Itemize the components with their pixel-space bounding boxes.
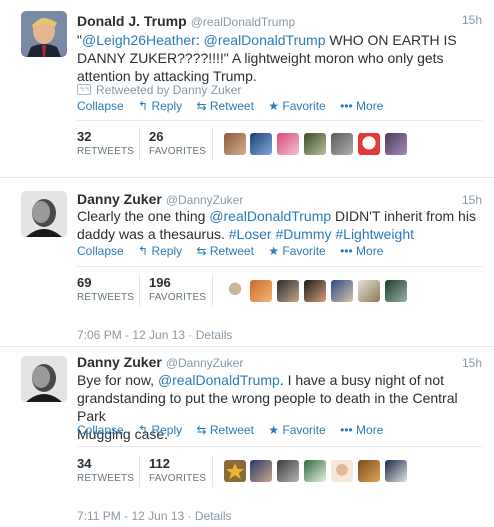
- tweet-zuker-1: Danny Zuker @DannyZuker 15h Clearly the o…: [0, 178, 494, 346]
- tweet-actions: Collapse ↰ Reply ⇆ Retweet ★ Favorite ••…: [77, 244, 394, 258]
- retweet-count[interactable]: 34 RETWEETS: [77, 456, 134, 484]
- user-avatar-thumb[interactable]: [304, 133, 326, 155]
- more-button[interactable]: ••• More: [340, 423, 383, 437]
- favorite-button[interactable]: ★ Favorite: [268, 244, 325, 258]
- stats-divider: [77, 120, 482, 121]
- retweet-icon: [77, 84, 91, 95]
- retweet-icon: ⇆: [196, 99, 207, 113]
- retweet-button[interactable]: ⇆ Retweet: [196, 99, 253, 113]
- retweeted-by[interactable]: Retweeted by Danny Zuker: [77, 83, 241, 97]
- collapse-link[interactable]: Collapse: [77, 99, 124, 113]
- author-handle[interactable]: @realDonaldTrump: [191, 15, 295, 29]
- favorite-button[interactable]: ★ Favorite: [268, 99, 325, 113]
- stat-separator: [212, 128, 213, 160]
- stat-separator: [212, 274, 213, 306]
- favorite-button[interactable]: ★ Favorite: [268, 423, 325, 437]
- user-avatar-thumb[interactable]: [385, 133, 407, 155]
- tweet-timestamp: 7:11 PM - 12 Jun 13 · Details: [77, 509, 232, 523]
- user-avatar-thumb[interactable]: [385, 460, 407, 482]
- user-avatar-thumb[interactable]: [385, 280, 407, 302]
- tweet-zuker-2: Danny Zuker @DannyZuker 15h Bye for now, …: [0, 347, 494, 527]
- user-avatar-thumb[interactable]: [224, 133, 246, 155]
- user-avatar-thumb[interactable]: [250, 133, 272, 155]
- star-icon: ★: [268, 244, 280, 258]
- user-avatar-thumb[interactable]: [331, 133, 353, 155]
- user-avatar-thumb[interactable]: [358, 280, 380, 302]
- author-name[interactable]: Danny Zuker @DannyZuker: [77, 191, 243, 207]
- retweet-button[interactable]: ⇆ Retweet: [196, 423, 253, 437]
- hashtag-link[interactable]: #Dummy: [275, 226, 331, 242]
- tweet-time[interactable]: 15h: [462, 356, 482, 370]
- author-name[interactable]: Donald J. Trump @realDonaldTrump: [77, 13, 295, 29]
- collapse-link[interactable]: Collapse: [77, 423, 124, 437]
- favorite-count[interactable]: 196 FAVORITES: [149, 275, 206, 303]
- user-avatar-thumb[interactable]: [304, 460, 326, 482]
- more-dots-icon: •••: [340, 423, 353, 437]
- more-button[interactable]: ••• More: [340, 244, 383, 258]
- user-avatar-thumb[interactable]: [331, 280, 353, 302]
- tweet-actions: Collapse ↰ Reply ⇆ Retweet ★ Favorite ••…: [77, 423, 394, 437]
- retweet-count[interactable]: 69 RETWEETS: [77, 275, 134, 303]
- details-link[interactable]: Details: [196, 328, 233, 342]
- user-avatar-thumb[interactable]: [331, 460, 353, 482]
- reply-icon: ↰: [138, 244, 149, 258]
- avatar[interactable]: [21, 11, 67, 57]
- hashtag-link[interactable]: #Loser: [229, 226, 272, 242]
- stats-divider: [77, 266, 482, 267]
- mention-link[interactable]: @realDonaldTrump: [204, 32, 326, 48]
- stat-separator: [139, 128, 140, 160]
- reply-button[interactable]: ↰ Reply: [138, 99, 182, 113]
- stat-separator: [139, 274, 140, 306]
- star-avatar-icon: [226, 463, 244, 479]
- author-handle[interactable]: @DannyZuker: [166, 356, 244, 370]
- tweet-time[interactable]: 15h: [462, 193, 482, 207]
- user-avatar-thumb[interactable]: [277, 280, 299, 302]
- star-icon: ★: [268, 99, 280, 113]
- more-button[interactable]: ••• More: [340, 99, 383, 113]
- user-avatar-thumb[interactable]: [277, 133, 299, 155]
- tweet-time[interactable]: 15h: [462, 13, 482, 27]
- retweet-icon: ⇆: [196, 423, 207, 437]
- author-name[interactable]: Danny Zuker @DannyZuker: [77, 354, 243, 370]
- user-avatar-thumb[interactable]: [250, 460, 272, 482]
- user-avatar-thumb[interactable]: [250, 280, 272, 302]
- user-avatar-thumb[interactable]: [277, 460, 299, 482]
- mention-link[interactable]: @realDonaldTrump: [209, 208, 331, 224]
- more-dots-icon: •••: [340, 99, 353, 113]
- user-avatar-thumb[interactable]: [358, 460, 380, 482]
- mention-link[interactable]: @Leigh26Heather: [82, 32, 196, 48]
- details-link[interactable]: Details: [195, 509, 232, 523]
- collapse-link[interactable]: Collapse: [77, 244, 124, 258]
- avatar[interactable]: [21, 356, 67, 402]
- star-icon: ★: [268, 423, 280, 437]
- tweet-text: Clearly the one thing @realDonaldTrump D…: [77, 208, 476, 242]
- more-dots-icon: •••: [340, 244, 353, 258]
- favorite-count[interactable]: 26 FAVORITES: [149, 129, 206, 157]
- author-handle[interactable]: @DannyZuker: [166, 193, 244, 207]
- stat-separator: [212, 455, 213, 487]
- user-avatar-thumb[interactable]: [304, 280, 326, 302]
- avatar[interactable]: [21, 191, 67, 237]
- retweet-button[interactable]: ⇆ Retweet: [196, 244, 253, 258]
- tweet-timestamp: 7:06 PM - 12 Jun 13 · Details: [77, 328, 233, 342]
- tweet-text: "@Leigh26Heather: @realDonaldTrump WHO O…: [77, 32, 457, 84]
- user-avatar-thumb[interactable]: [224, 460, 246, 482]
- hashtag-link[interactable]: #Lightweight: [335, 226, 414, 242]
- tweet-actions: Collapse ↰ Reply ⇆ Retweet ★ Favorite ••…: [77, 99, 394, 113]
- stat-separator: [139, 455, 140, 487]
- mention-link[interactable]: @realDonaldTrump: [158, 372, 280, 388]
- favorite-count[interactable]: 112 FAVORITES: [149, 456, 206, 484]
- reply-icon: ↰: [138, 99, 149, 113]
- reply-button[interactable]: ↰ Reply: [138, 244, 182, 258]
- retweet-icon: ⇆: [196, 244, 207, 258]
- user-avatar-thumb[interactable]: [224, 280, 246, 302]
- user-avatar-thumb[interactable]: [358, 133, 380, 155]
- reply-button[interactable]: ↰ Reply: [138, 423, 182, 437]
- stats-divider: [77, 446, 482, 447]
- tweet-trump: Donald J. Trump @realDonaldTrump 15h "@Le…: [0, 0, 494, 175]
- retweet-count[interactable]: 32 RETWEETS: [77, 129, 134, 157]
- reply-icon: ↰: [138, 423, 149, 437]
